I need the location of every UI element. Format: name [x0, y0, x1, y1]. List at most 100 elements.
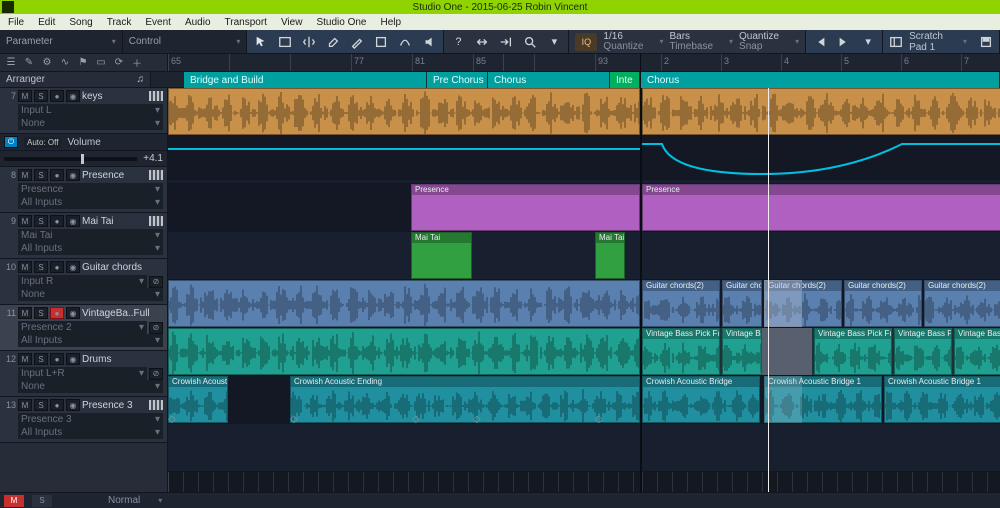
- status-normal[interactable]: Normal: [108, 495, 140, 506]
- arranger-lane[interactable]: Bridge and BuildPre ChorusChorusInte: [151, 72, 640, 87]
- input-dropdown[interactable]: Presence 2▾: [18, 321, 147, 334]
- input-channel-dropdown[interactable]: All Inputs▾: [18, 334, 163, 347]
- track-header[interactable]: 11 M S ● ◉ VintageBa..Full Presence 2▾⊘A…: [0, 305, 167, 351]
- marker-prev-icon[interactable]: [812, 34, 828, 50]
- track-header[interactable]: 9 M S ● ◉ Mai Tai Mai Tai▾All Inputs▾: [0, 213, 167, 259]
- monitor-button[interactable]: ◉: [66, 215, 80, 227]
- monitor-button[interactable]: ◉: [66, 90, 80, 102]
- mute-button[interactable]: M: [18, 169, 32, 181]
- automation-icon[interactable]: ∿: [58, 56, 72, 70]
- arranger-section[interactable]: Chorus: [641, 72, 1000, 88]
- split-tool-icon[interactable]: [301, 34, 317, 50]
- paint-tool-icon[interactable]: [349, 34, 365, 50]
- mute-button[interactable]: M: [18, 215, 32, 227]
- refresh-icon[interactable]: ⟳: [112, 56, 126, 70]
- solo-button[interactable]: S: [34, 215, 48, 227]
- menu-help[interactable]: Help: [374, 17, 407, 28]
- quantize-value[interactable]: 1/16 Quantize: [603, 32, 643, 52]
- track-header[interactable]: 13 M S ● ◉ Presence 3 Presence 3▾All Inp…: [0, 397, 167, 443]
- menu-edit[interactable]: Edit: [32, 17, 61, 28]
- clip[interactable]: Guitar chords(2): [844, 280, 922, 327]
- clip[interactable]: Guitar chords(2): [924, 280, 1000, 327]
- arrow-tool-icon[interactable]: [253, 34, 269, 50]
- solo-button[interactable]: S: [34, 261, 48, 273]
- timeline-ruler[interactable]: 6577818593: [168, 54, 640, 71]
- record-arm-button[interactable]: ●: [50, 90, 64, 102]
- arrange-view[interactable]: PresenceMai TaiMai TaiCrowish Acoustic E…: [168, 88, 640, 492]
- bend-tool-icon[interactable]: [397, 34, 413, 50]
- solo-button[interactable]: S: [34, 353, 48, 365]
- mute-button[interactable]: M: [18, 353, 32, 365]
- clip[interactable]: Guitar chords(2): [722, 280, 762, 327]
- automation-header[interactable]: ⏻ Auto: Off Volume: [0, 134, 167, 151]
- track-name[interactable]: Drums: [82, 354, 163, 365]
- clip[interactable]: Presence: [411, 184, 640, 231]
- menu-song[interactable]: Song: [63, 17, 98, 28]
- input-channel-dropdown[interactable]: All Inputs▾: [18, 426, 163, 439]
- snap-arrows-icon[interactable]: [474, 34, 490, 50]
- listen-tool-icon[interactable]: [421, 34, 437, 50]
- clip[interactable]: [168, 280, 640, 327]
- solo-button[interactable]: S: [34, 307, 48, 319]
- input-dropdown[interactable]: Presence 3▾: [18, 413, 163, 426]
- iq-button[interactable]: IQ: [575, 33, 597, 51]
- global-mute-button[interactable]: M: [4, 495, 24, 507]
- track-name[interactable]: Guitar chords: [82, 262, 163, 273]
- clip[interactable]: Vintage Bass Pick Full: [722, 328, 762, 375]
- solo-button[interactable]: S: [34, 169, 48, 181]
- arranger-section[interactable]: Chorus: [488, 72, 610, 88]
- clip[interactable]: Guitar chords(2): [642, 280, 720, 327]
- timebase-value[interactable]: Bars Timebase: [669, 32, 713, 52]
- clip[interactable]: [168, 328, 640, 375]
- wrench-icon[interactable]: ⚙: [40, 56, 54, 70]
- autoscroll-icon[interactable]: [498, 34, 514, 50]
- menu-studio-one[interactable]: Studio One: [310, 17, 372, 28]
- track-name[interactable]: keys: [82, 91, 147, 102]
- input-channel-dropdown[interactable]: All Inputs▾: [18, 196, 163, 209]
- mono-toggle[interactable]: ⊘: [149, 322, 163, 334]
- input-channel-dropdown[interactable]: All Inputs▾: [18, 242, 163, 255]
- monitor-button[interactable]: ◉: [66, 399, 80, 411]
- monitor-button[interactable]: ◉: [66, 261, 80, 273]
- snap-value[interactable]: Quantize Snap: [739, 32, 779, 52]
- power-icon[interactable]: ⏻: [4, 136, 18, 148]
- monitor-button[interactable]: ◉: [66, 169, 80, 181]
- track-header[interactable]: 10 M S ● ◉ Guitar chords Input R▾⊘None▾: [0, 259, 167, 305]
- scratchpad-view[interactable]: PresenceGuitar chords(2)Guitar chords(2)…: [640, 88, 1000, 492]
- record-arm-button[interactable]: ●: [50, 353, 64, 365]
- flag-icon[interactable]: ⚑: [76, 56, 90, 70]
- input-dropdown[interactable]: Input R▾: [18, 275, 147, 288]
- track-name[interactable]: Presence 3: [82, 400, 147, 411]
- eraser-tool-icon[interactable]: [325, 34, 341, 50]
- eyedropper-icon[interactable]: ✎: [22, 56, 36, 70]
- clip[interactable]: Vintage Bass Pick Full: [894, 328, 952, 375]
- monitor-button[interactable]: ◉: [66, 307, 80, 319]
- clip[interactable]: [642, 88, 1000, 135]
- menu-file[interactable]: File: [2, 17, 30, 28]
- add-track-icon[interactable]: ＋: [130, 56, 144, 70]
- chevron-down-icon[interactable]: ▾: [546, 34, 562, 50]
- mute-button[interactable]: M: [18, 261, 32, 273]
- menu-event[interactable]: Event: [139, 17, 177, 28]
- clip[interactable]: Vintage Bass Pick Full: [814, 328, 892, 375]
- clip[interactable]: Mai Tai: [411, 232, 472, 279]
- input-dropdown[interactable]: Input L▾: [18, 104, 163, 117]
- group-icon[interactable]: ▭: [94, 56, 108, 70]
- arranger-scratch-lane[interactable]: Chorus: [640, 72, 1000, 87]
- clip[interactable]: Crowish Acoustic Bridge: [642, 376, 760, 423]
- mono-toggle[interactable]: ⊘: [149, 276, 163, 288]
- info-icon[interactable]: ?: [450, 34, 466, 50]
- record-arm-button[interactable]: ●: [50, 169, 64, 181]
- monitor-button[interactable]: ◉: [66, 353, 80, 365]
- clip[interactable]: Crowish Acoustic Bridge 1: [884, 376, 1000, 423]
- mute-tool-icon[interactable]: [373, 34, 389, 50]
- input-dropdown[interactable]: Presence▾: [18, 183, 163, 196]
- auto-mode[interactable]: Auto: Off: [24, 137, 61, 148]
- menu-audio[interactable]: Audio: [179, 17, 217, 28]
- clip[interactable]: [168, 88, 640, 135]
- chevron-down-icon[interactable]: ▾: [860, 34, 876, 50]
- track-header[interactable]: 12 M S ● ◉ Drums Input L+R▾⊘None▾: [0, 351, 167, 397]
- zoom-icon[interactable]: [522, 34, 538, 50]
- mono-toggle[interactable]: ⊘: [149, 368, 163, 380]
- record-arm-button[interactable]: ●: [50, 215, 64, 227]
